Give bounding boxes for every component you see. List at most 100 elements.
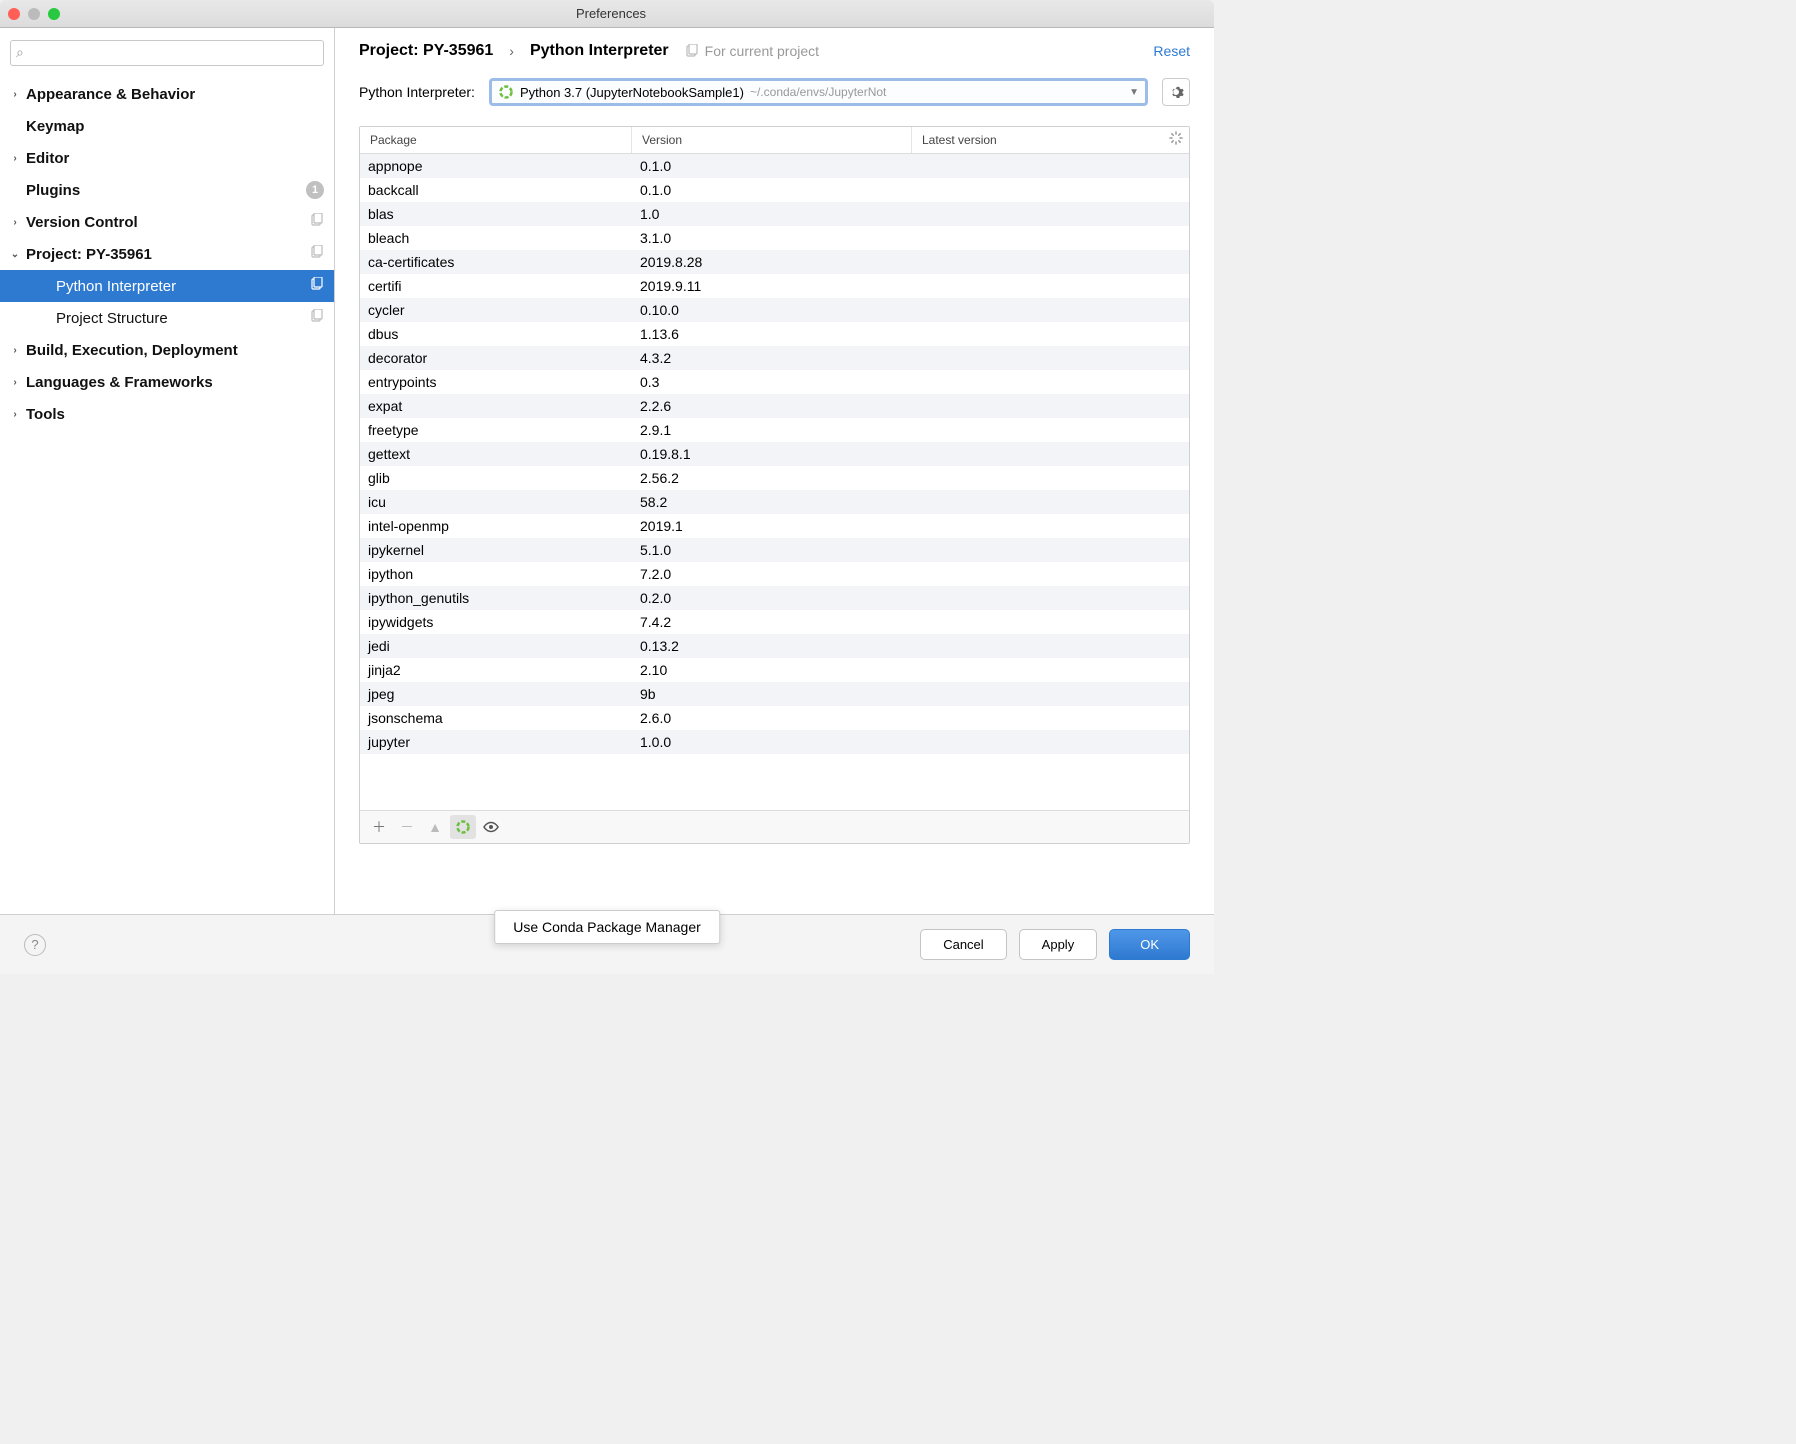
table-row[interactable]: glib2.56.2	[360, 466, 1189, 490]
table-row[interactable]: certifi2019.9.11	[360, 274, 1189, 298]
project-scope-icon	[310, 277, 324, 295]
package-latest	[912, 522, 1189, 530]
table-row[interactable]: bleach3.1.0	[360, 226, 1189, 250]
sidebar-item-label: Keymap	[26, 118, 324, 135]
table-row[interactable]: entrypoints0.3	[360, 370, 1189, 394]
reset-button[interactable]: Reset	[1153, 43, 1190, 59]
eye-icon	[483, 821, 499, 833]
table-row[interactable]: icu58.2	[360, 490, 1189, 514]
package-name: gettext	[360, 442, 632, 466]
conda-ring-icon	[455, 819, 471, 835]
sidebar-item[interactable]: ›Build, Execution, Deployment	[0, 334, 334, 366]
table-row[interactable]: ca-certificates2019.8.28	[360, 250, 1189, 274]
package-version: 2.9.1	[632, 418, 912, 442]
package-version: 1.13.6	[632, 322, 912, 346]
table-row[interactable]: jupyter1.0.0	[360, 730, 1189, 754]
package-version: 3.1.0	[632, 226, 912, 250]
tooltip: Use Conda Package Manager	[494, 910, 720, 944]
package-latest	[912, 738, 1189, 746]
col-version[interactable]: Version	[632, 127, 912, 153]
gear-icon	[1168, 84, 1184, 100]
package-name: icu	[360, 490, 632, 514]
table-body[interactable]: appnope0.1.0backcall0.1.0blas1.0bleach3.…	[360, 154, 1189, 810]
col-package[interactable]: Package	[360, 127, 632, 153]
package-name: intel-openmp	[360, 514, 632, 538]
breadcrumb-section: Python Interpreter	[530, 42, 669, 60]
sidebar-item[interactable]: Python Interpreter	[0, 270, 334, 302]
sidebar-item-label: Appearance & Behavior	[26, 86, 324, 103]
table-row[interactable]: gettext0.19.8.1	[360, 442, 1189, 466]
ok-button[interactable]: OK	[1109, 929, 1190, 960]
table-row[interactable]: jpeg9b	[360, 682, 1189, 706]
sidebar-item[interactable]: ⌄Project: PY-35961	[0, 238, 334, 270]
package-toolbar: ＋ － ▲	[360, 810, 1189, 843]
search-input[interactable]	[10, 40, 324, 66]
package-name: ipykernel	[360, 538, 632, 562]
table-row[interactable]: expat2.2.6	[360, 394, 1189, 418]
sidebar-item[interactable]: ›Appearance & Behavior	[0, 78, 334, 110]
sidebar-item[interactable]: ›Tools	[0, 398, 334, 430]
package-latest	[912, 690, 1189, 698]
package-version: 0.2.0	[632, 586, 912, 610]
project-icon	[685, 44, 699, 58]
package-name: dbus	[360, 322, 632, 346]
sidebar-item[interactable]: Project Structure	[0, 302, 334, 334]
cancel-button[interactable]: Cancel	[920, 929, 1006, 960]
package-version: 2019.1	[632, 514, 912, 538]
package-latest	[912, 330, 1189, 338]
table-row[interactable]: ipython7.2.0	[360, 562, 1189, 586]
package-latest	[912, 546, 1189, 554]
apply-button[interactable]: Apply	[1019, 929, 1098, 960]
interpreter-dropdown[interactable]: Python 3.7 (JupyterNotebookSample1) ~/.c…	[489, 78, 1148, 106]
package-name: cycler	[360, 298, 632, 322]
package-version: 2019.9.11	[632, 274, 912, 298]
package-latest	[912, 426, 1189, 434]
search-box: ⌕	[10, 40, 324, 66]
package-version: 1.0.0	[632, 730, 912, 754]
settings-tree: ›Appearance & BehaviorKeymap›EditorPlugi…	[0, 78, 334, 914]
sidebar-item[interactable]: › Languages & Frameworks	[0, 366, 334, 398]
package-table: Package Version Latest version appnope0.…	[359, 126, 1190, 844]
package-name: blas	[360, 202, 632, 226]
table-row[interactable]: ipywidgets7.4.2	[360, 610, 1189, 634]
table-row[interactable]: jedi0.13.2	[360, 634, 1189, 658]
col-latest[interactable]: Latest version	[912, 127, 1189, 153]
show-early-releases-button[interactable]	[478, 815, 504, 839]
table-row[interactable]: decorator4.3.2	[360, 346, 1189, 370]
package-latest	[912, 162, 1189, 170]
sidebar-item[interactable]: ›Version Control	[0, 206, 334, 238]
table-row[interactable]: ipython_genutils0.2.0	[360, 586, 1189, 610]
package-name: ca-certificates	[360, 250, 632, 274]
package-name: expat	[360, 394, 632, 418]
table-row[interactable]: cycler0.10.0	[360, 298, 1189, 322]
remove-package-button[interactable]: －	[394, 815, 420, 839]
help-button[interactable]: ?	[24, 934, 46, 956]
sidebar-item[interactable]: Plugins1	[0, 174, 334, 206]
dialog-footer: ? Use Conda Package Manager Cancel Apply…	[0, 914, 1214, 974]
table-row[interactable]: dbus1.13.6	[360, 322, 1189, 346]
sidebar-item[interactable]: ›Editor	[0, 142, 334, 174]
table-row[interactable]: freetype2.9.1	[360, 418, 1189, 442]
add-package-button[interactable]: ＋	[366, 815, 392, 839]
breadcrumb: Project: PY-35961 › Python Interpreter F…	[335, 28, 1214, 68]
table-row[interactable]: backcall0.1.0	[360, 178, 1189, 202]
interpreter-settings-button[interactable]	[1162, 78, 1190, 106]
search-icon: ⌕	[16, 44, 24, 61]
table-row[interactable]: appnope0.1.0	[360, 154, 1189, 178]
package-name: jpeg	[360, 682, 632, 706]
table-row[interactable]: blas1.0	[360, 202, 1189, 226]
table-row[interactable]: jsonschema2.6.0	[360, 706, 1189, 730]
package-latest	[912, 354, 1189, 362]
package-latest	[912, 618, 1189, 626]
use-conda-button[interactable]	[450, 815, 476, 839]
table-row[interactable]: ipykernel5.1.0	[360, 538, 1189, 562]
table-row[interactable]: intel-openmp2019.1	[360, 514, 1189, 538]
chevron-icon: ›	[8, 153, 22, 164]
chevron-icon: ›	[8, 377, 22, 388]
upgrade-package-button[interactable]: ▲	[422, 815, 448, 839]
table-row[interactable]: jinja22.10	[360, 658, 1189, 682]
sidebar-item-label: Languages & Frameworks	[26, 374, 324, 391]
package-version: 7.4.2	[632, 610, 912, 634]
package-name: glib	[360, 466, 632, 490]
sidebar-item[interactable]: Keymap	[0, 110, 334, 142]
